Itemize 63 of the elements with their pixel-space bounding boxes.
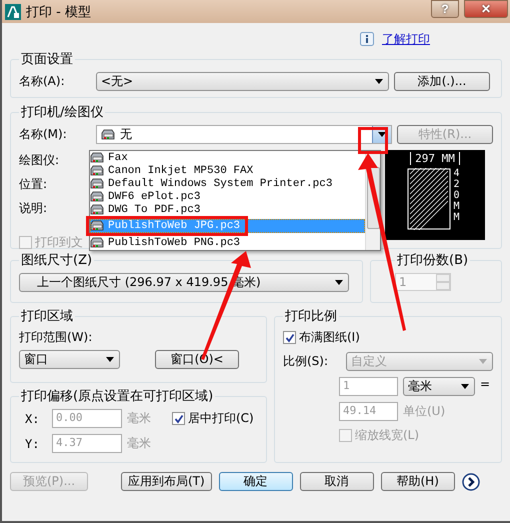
printer-list-item[interactable]: DWF6 ePlot.pc3: [90, 190, 365, 203]
checkbox-label: 布满图纸(I): [299, 329, 360, 346]
learn-printing-link[interactable]: 了解打印: [382, 30, 430, 48]
dialog-button[interactable]: 确定: [218, 472, 293, 491]
info-icon: [360, 32, 374, 46]
printer-list-item[interactable]: Default Windows System Printer.pc3: [90, 177, 365, 190]
unit-label: 毫米: [127, 410, 152, 427]
printer-icon: [90, 178, 106, 190]
dialog-button[interactable]: 帮助(H): [380, 472, 455, 491]
group-title: 打印机/绘图仪: [20, 104, 104, 121]
field-label: 位置:: [19, 176, 48, 193]
window-button[interactable]: 窗口(O)<: [155, 350, 239, 369]
plot-range-dropdown[interactable]: 窗口: [19, 350, 120, 369]
field-label: 绘图仪:: [19, 152, 60, 169]
printer-icon: [90, 204, 106, 216]
highlight-frame: [358, 127, 388, 154]
printer-icon: [101, 128, 117, 140]
printer-dropdown[interactable]: 无: [96, 125, 392, 144]
unit-label: 毫米: [127, 435, 152, 452]
unit-dropdown[interactable]: 毫米: [403, 377, 475, 396]
field-label: 打印范围(W):: [19, 330, 92, 344]
printer-list-item[interactable]: DWG To PDF.pc3: [90, 203, 365, 216]
width-dimension: 297 MM: [410, 152, 460, 165]
height-dimension: 420 MM: [454, 168, 461, 225]
caret-icon: [375, 79, 383, 84]
group-title: 打印区域: [20, 308, 74, 325]
group-title: 图纸尺寸(Z): [20, 252, 94, 269]
app-icon: [5, 4, 21, 20]
printer-icon: [90, 164, 106, 176]
field-label: Y:: [24, 436, 40, 450]
equals-sign: =: [480, 377, 490, 391]
printer-list-item[interactable]: Fax: [90, 151, 365, 164]
window-title: 打印 - 模型: [26, 4, 91, 20]
caret-icon: [335, 280, 343, 285]
checkbox[interactable]: [339, 429, 352, 442]
caret-icon: [106, 357, 114, 362]
group-title: 打印份数(B): [396, 252, 470, 269]
printer-icon: [90, 190, 106, 202]
group-title: 打印比例: [284, 308, 338, 325]
field-label: 比例(S):: [283, 353, 330, 370]
dialog-button[interactable]: 应用到布局(T): [121, 472, 212, 491]
hatched-sheet-icon: [406, 168, 450, 230]
group-title: 打印偏移(原点设置在可打印区域): [20, 388, 214, 405]
printer-icon: [90, 152, 106, 164]
printer-icon: [90, 220, 106, 232]
caret-icon: [461, 384, 469, 389]
field-label: 名称(A):: [19, 73, 66, 90]
printer-list-item[interactable]: Canon Inkjet MP530 FAX: [90, 164, 365, 177]
dialog-button[interactable]: 取消: [300, 472, 374, 491]
unit-label: 单位(U): [403, 403, 446, 420]
checkbox-label: 缩放线宽(L): [355, 427, 420, 444]
field-label: 说明:: [19, 200, 48, 217]
page-setup-dropdown[interactable]: <无>: [96, 72, 389, 91]
add-button[interactable]: 添加(.)...: [394, 72, 490, 91]
field-label: X:: [24, 412, 40, 426]
checkbox-label: 打印到文: [35, 234, 83, 251]
checkbox[interactable]: [283, 331, 296, 344]
field-label: 名称(M):: [19, 126, 68, 143]
checkbox[interactable]: [172, 412, 185, 425]
group-title: 页面设置: [20, 51, 74, 68]
checkbox-label: 居中打印(C): [188, 410, 254, 427]
printer-list-item[interactable]: PublishToWeb PNG.pc3: [90, 236, 365, 249]
caret-icon: [479, 359, 487, 364]
